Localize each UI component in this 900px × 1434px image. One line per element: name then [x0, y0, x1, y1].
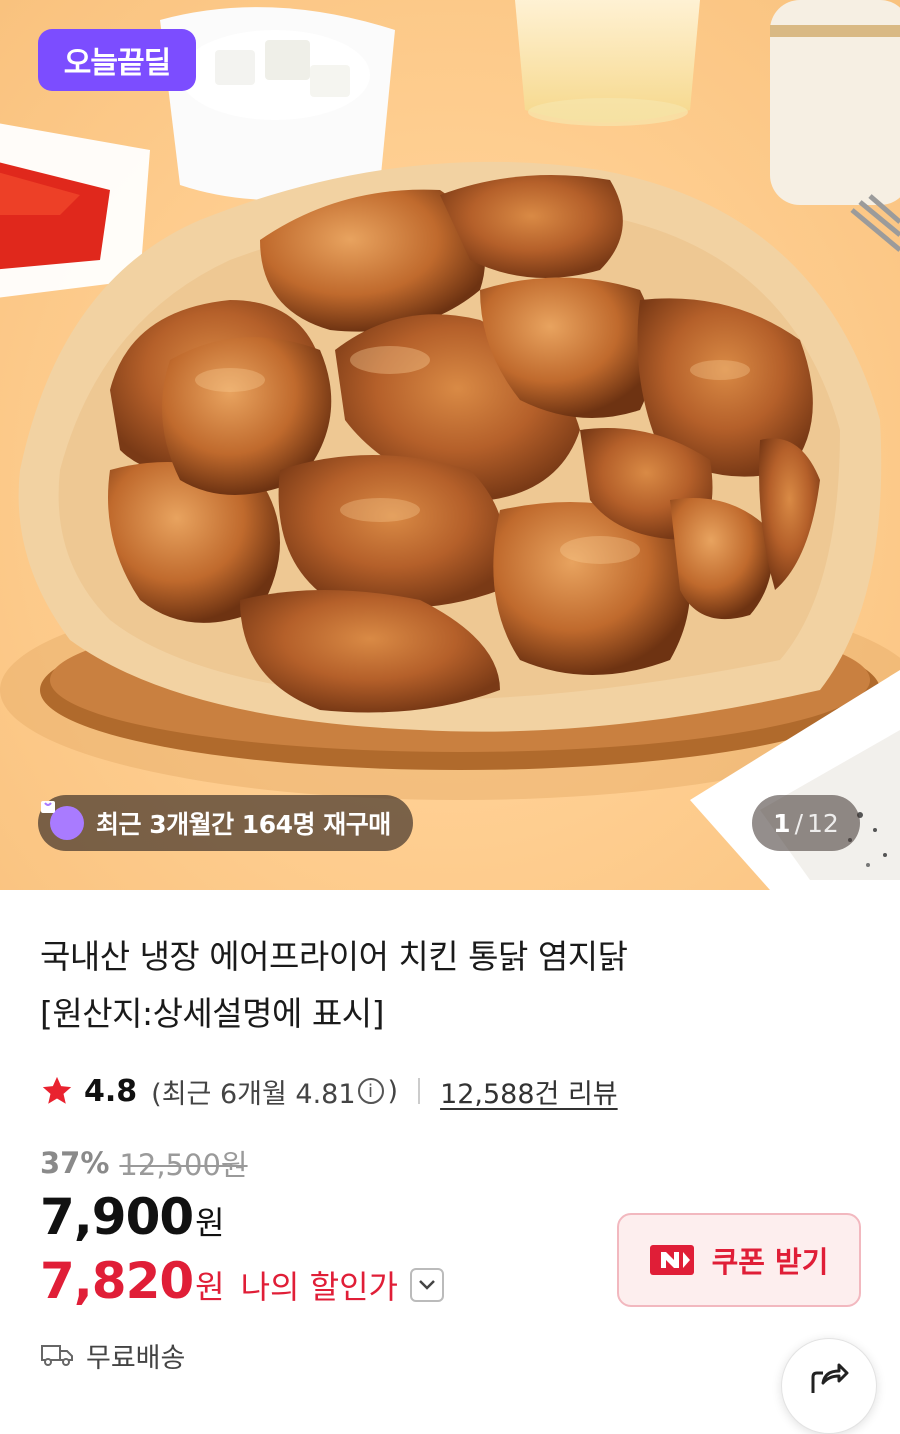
coupon-download-button[interactable]: 쿠폰 받기	[617, 1213, 861, 1307]
shipping-info: 무료배송	[40, 1333, 185, 1377]
rating-row: 4.8 (최근 6개월 4.81 i ) 12,588건 리뷰	[40, 1066, 618, 1116]
sale-price-number: 7,900	[40, 1188, 194, 1246]
naver-n-icon	[649, 1245, 694, 1275]
bottle	[770, 0, 900, 205]
product-photo	[0, 0, 900, 890]
rating-recent-close: )	[387, 1075, 399, 1107]
page-separator: /	[794, 808, 804, 838]
discount-percent: 37%	[40, 1146, 110, 1180]
product-title-line2: [원산지:상세설명에 표시]	[40, 994, 384, 1033]
repurchase-text: 최근 3개월간 164명 재구매	[96, 810, 391, 839]
coupon-label: 쿠폰 받기	[711, 1245, 829, 1279]
image-page-counter: 1 / 12	[752, 795, 860, 851]
review-count-link[interactable]: 12,588건 리뷰	[440, 1072, 618, 1111]
product-title-line1: 국내산 냉장 에어프라이어 치킨 통닭 염지닭	[40, 937, 628, 976]
product-title: 국내산 냉장 에어프라이어 치킨 통닭 염지닭 [원산지:상세설명에 표시]	[40, 928, 860, 1042]
star-icon	[42, 1076, 72, 1104]
chevron-down-icon[interactable]	[409, 1268, 444, 1302]
sale-price-unit: 원	[195, 1204, 225, 1242]
product-image-carousel[interactable]: 오늘끝딜 최근 3개월간 164명 재구매 1 / 12	[0, 0, 900, 890]
shopping-bag-icon	[41, 801, 84, 840]
my-price-label: 나의 할인가	[240, 1268, 398, 1306]
rating-recent[interactable]: (최근 6개월 4.81 i )	[151, 1072, 398, 1111]
original-price: 12,500원	[119, 1148, 248, 1182]
page-current: 1	[773, 808, 791, 838]
share-button[interactable]	[781, 1338, 877, 1434]
truck-icon	[41, 1345, 73, 1366]
divider	[418, 1078, 421, 1104]
discount-row: 37% 12,500원	[40, 1141, 248, 1185]
share-icon	[811, 1363, 849, 1393]
repurchase-badge: 최근 3개월간 164명 재구매	[38, 795, 413, 851]
rating-recent-text: (최근 6개월 4.81	[151, 1078, 356, 1110]
my-price-number: 7,820	[40, 1252, 194, 1310]
beer-glass	[515, 0, 700, 126]
radish-bowl	[160, 7, 395, 201]
page-total: 12	[807, 808, 839, 838]
shipping-label: 무료배송	[86, 1342, 186, 1374]
info-icon[interactable]: i	[357, 1078, 384, 1104]
fork	[850, 194, 900, 252]
rating-value: 4.8	[84, 1073, 138, 1109]
my-discount-price[interactable]: 7,820 원 나의 할인가	[40, 1252, 444, 1318]
deal-badge: 오늘끝딜	[38, 29, 196, 91]
my-price-unit: 원	[195, 1268, 225, 1306]
sale-price: 7,900 원	[40, 1188, 225, 1254]
